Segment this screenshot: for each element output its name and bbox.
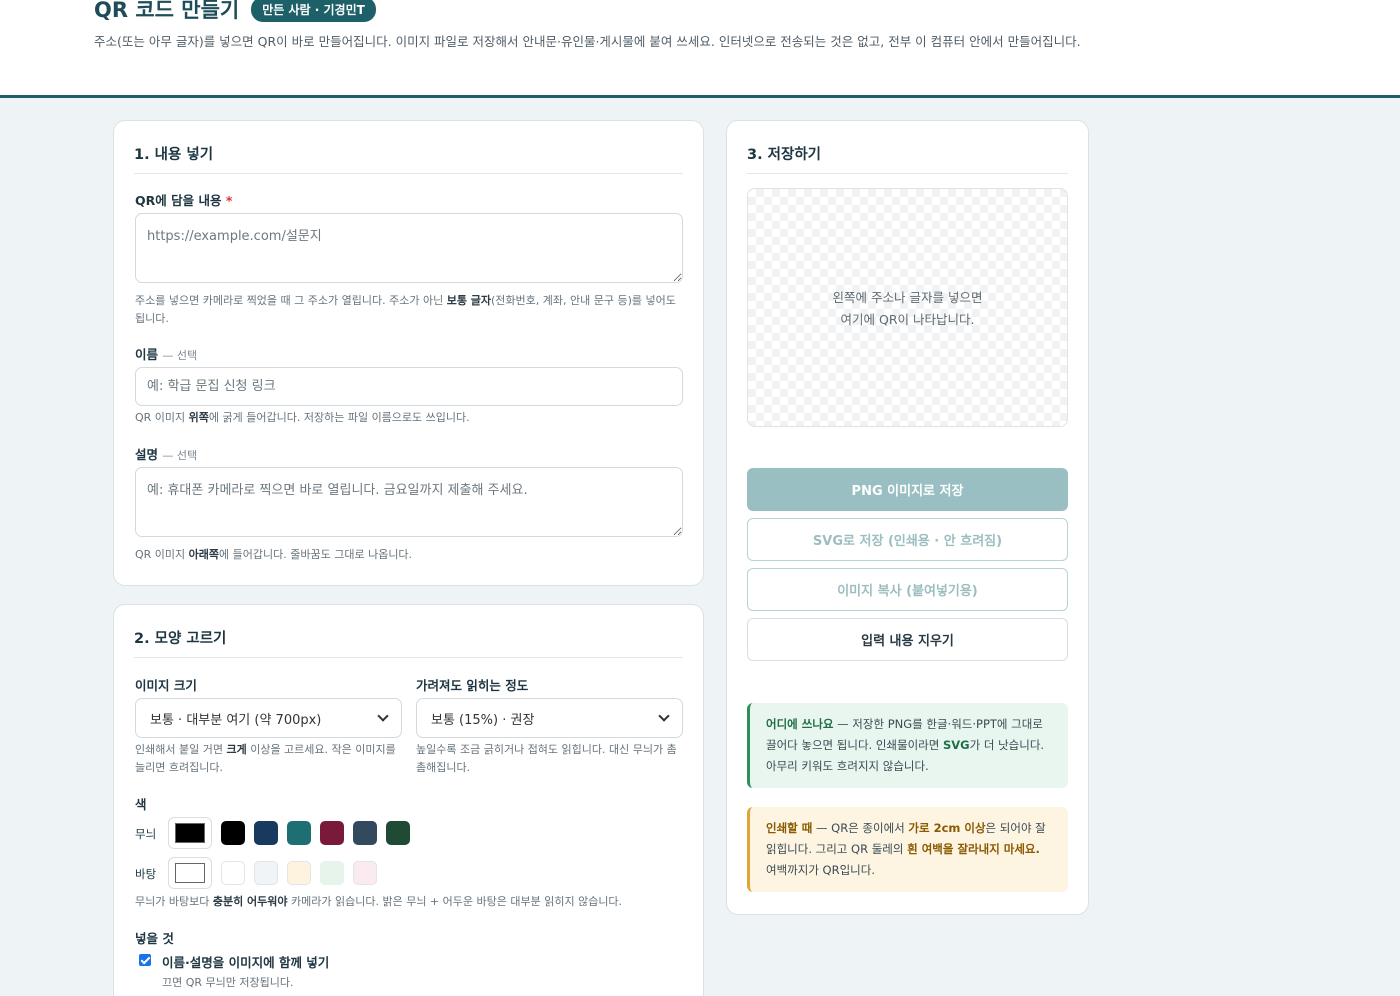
include-option-label[interactable]: 이름·설명을 이미지에 함께 넣기	[162, 952, 329, 971]
bg-color-picker[interactable]	[168, 857, 212, 889]
desc-label: 설명 — 선택	[135, 444, 197, 463]
style-card: 2. 모양 고르기 이미지 크기 보통 · 대부분 여기 (약 700px) 인…	[113, 604, 704, 996]
ec-select-value: 보통 (15%) · 권장	[431, 712, 535, 728]
size-select-value: 보통 · 대부분 여기 (약 700px)	[150, 712, 322, 728]
clear-input-button[interactable]: 입력 내용 지우기	[747, 618, 1068, 661]
hint-text: 주소를 넣으면 카메라로 찍었을 때 그 주소가 열립니다. 주소가 아닌	[135, 294, 447, 307]
hint-text: QR 이미지	[135, 548, 189, 561]
fg-color-swatch[interactable]	[320, 821, 344, 845]
hint-text: 무늬가 바탕보다	[135, 895, 213, 908]
content-hint: 주소를 넣으면 카메라로 찍었을 때 그 주소가 열립니다. 주소가 아닌 보통…	[135, 292, 683, 328]
fg-color-swatch[interactable]	[386, 821, 410, 845]
optional-tag: — 선택	[162, 349, 198, 362]
fg-color-swatch[interactable]	[221, 821, 245, 845]
note-bold: 흰 여백을 잘라내지 마세요.	[907, 842, 1040, 856]
content-label-text: QR에 담을 내용	[135, 193, 222, 208]
fg-color-swatch[interactable]	[254, 821, 278, 845]
ec-select[interactable]: 보통 (15%) · 권장	[416, 698, 683, 738]
hint-bold: 크게	[226, 743, 247, 756]
desc-input[interactable]	[135, 467, 683, 537]
preview-line: 왼쪽에 주소나 글자를 넣으면	[832, 290, 983, 305]
note-bold: 가로 2cm 이상	[908, 821, 986, 835]
print-note: 인쇄할 때 — QR은 종이에서 가로 2cm 이상은 되어야 잘 읽힙니다. …	[747, 807, 1068, 892]
color-label: 색	[135, 797, 147, 812]
desc-label-text: 설명	[135, 447, 159, 462]
bg-color-swatch[interactable]	[320, 861, 344, 885]
style-card-title: 2. 모양 고르기	[134, 631, 227, 647]
note-bold: 인쇄할 때	[766, 821, 813, 835]
page-title: QR 코드 만들기	[94, 0, 240, 22]
optional-tag: — 선택	[162, 449, 198, 462]
ec-label: 가려져도 읽히는 정도	[416, 678, 529, 693]
bg-color-swatch[interactable]	[254, 861, 278, 885]
intro-text: 주소(또는 아무 글자)를 넣으면 QR이 바로 만들어집니다. 이미지 파일로…	[94, 34, 1081, 49]
bg-color-swatch[interactable]	[221, 861, 245, 885]
desc-hint: QR 이미지 아래쪽에 들어갑니다. 줄바꿈도 그대로 나옵니다.	[135, 546, 683, 564]
note-text: 여백까지가 QR입니다.	[766, 863, 875, 877]
size-label: 이미지 크기	[135, 678, 197, 693]
save-png-button[interactable]: PNG 이미지로 저장	[747, 468, 1068, 511]
preview-line: 여기에 QR이 나타납니다.	[840, 312, 975, 327]
content-card: 1. 내용 넣기 QR에 담을 내용 * 주소를 넣으면 카메라로 찍었을 때 …	[113, 120, 704, 586]
content-input[interactable]	[135, 213, 683, 283]
divider	[134, 657, 683, 658]
hint-bold: 충분히 어두워야	[212, 895, 288, 908]
usage-note: 어디에 쓰나요 — 저장한 PNG를 한글·워드·PPT에 그대로 끌어다 놓으…	[747, 703, 1068, 788]
hint-bold: 위쪽	[188, 411, 209, 424]
copy-image-button[interactable]: 이미지 복사 (붙여넣기용)	[747, 568, 1068, 611]
include-checkbox[interactable]	[139, 954, 151, 966]
include-hint: 끄면 QR 무늬만 저장됩니다.	[162, 976, 294, 989]
preview-message: 왼쪽에 주소나 글자를 넣으면 여기에 QR이 나타납니다.	[748, 287, 1067, 331]
bg-color-swatch[interactable]	[287, 861, 311, 885]
bg-color-current	[175, 863, 205, 883]
fg-color-swatch[interactable]	[287, 821, 311, 845]
ec-hint: 높일수록 조금 긁히거나 접혀도 읽힙니다. 대신 무늬가 촘촘해집니다.	[416, 743, 677, 774]
title-row: QR 코드 만들기 만든 사람 · 기경민T	[94, 0, 376, 24]
chevron-down-icon	[658, 710, 670, 722]
hint-text: 에 들어갑니다. 줄바꿈도 그대로 나옵니다.	[219, 548, 413, 561]
name-label: 이름 — 선택	[135, 344, 197, 363]
divider	[134, 173, 683, 174]
size-select[interactable]: 보통 · 대부분 여기 (약 700px)	[135, 698, 402, 738]
include-label: 넣을 것	[135, 931, 174, 946]
hint-text: 인쇄해서 붙일 거면	[135, 743, 227, 756]
chevron-down-icon	[377, 710, 389, 722]
fg-color-current	[175, 823, 205, 843]
note-bold: SVG	[942, 738, 970, 752]
content-card-title: 1. 내용 넣기	[134, 147, 214, 163]
fg-color-picker[interactable]	[168, 817, 212, 849]
bg-label: 바탕	[135, 867, 157, 881]
name-hint: QR 이미지 위쪽에 굵게 들어갑니다. 저장하는 파일 이름으로도 쓰입니다.	[135, 409, 683, 427]
color-hint: 무늬가 바탕보다 충분히 어두워야 카메라가 읽습니다. 밝은 무늬 + 어두운…	[135, 893, 695, 911]
note-text: — QR은 종이에서	[812, 821, 909, 835]
name-input[interactable]	[135, 367, 683, 406]
content-label: QR에 담을 내용 *	[135, 190, 232, 209]
divider	[747, 173, 1068, 174]
size-hint: 인쇄해서 붙일 거면 크게 이상을 고르세요. 작은 이미지를 늘리면 흐려집니…	[135, 741, 402, 777]
page-header: QR 코드 만들기 만든 사람 · 기경민T 주소(또는 아무 글자)를 넣으면…	[0, 0, 1400, 98]
bg-color-swatch[interactable]	[353, 861, 377, 885]
save-card-title: 3. 저장하기	[747, 147, 822, 163]
fg-label: 무늬	[135, 827, 157, 841]
note-bold: 어디에 쓰나요	[766, 717, 834, 731]
save-svg-button[interactable]: SVG로 저장 (인쇄용 · 안 흐려짐)	[747, 518, 1068, 561]
hint-text: 에 굵게 들어갑니다. 저장하는 파일 이름으로도 쓰입니다.	[208, 411, 470, 424]
maker-badge: 만든 사람 · 기경민T	[251, 0, 376, 22]
required-mark: *	[225, 193, 233, 208]
hint-text: 카메라가 읽습니다. 밝은 무늬 + 어두운 바탕은 대부분 읽히지 않습니다.	[287, 895, 623, 908]
qr-preview: 왼쪽에 주소나 글자를 넣으면 여기에 QR이 나타납니다.	[747, 188, 1068, 427]
hint-bold: 아래쪽	[188, 548, 220, 561]
hint-bold: 보통 글자	[446, 294, 492, 307]
save-card: 3. 저장하기 왼쪽에 주소나 글자를 넣으면 여기에 QR이 나타납니다. P…	[726, 120, 1089, 915]
hint-text: QR 이미지	[135, 411, 189, 424]
fg-color-swatch[interactable]	[353, 821, 377, 845]
name-label-text: 이름	[135, 347, 159, 362]
